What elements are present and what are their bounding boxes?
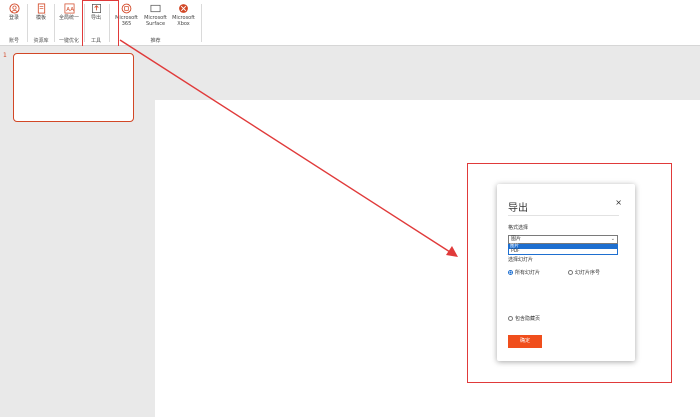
format-select[interactable]: 图片 ⌄ <box>508 235 618 244</box>
radio-all-slides[interactable]: 所有幻灯片 <box>508 270 540 276</box>
export-dialog: 导出 × 格式选择 图片 ⌄ 图片 PDF 选择幻灯片 所有幻灯片 幻灯片序号 … <box>497 184 635 361</box>
format-label: 格式选择 <box>508 225 529 231</box>
include-hidden-checkbox[interactable]: 包含隐藏页 <box>508 316 540 322</box>
chevron-down-icon: ⌄ <box>610 236 615 242</box>
radio-all-slides-label: 所有幻灯片 <box>515 270 541 276</box>
dialog-divider <box>508 215 619 216</box>
radio-selected-icon <box>508 270 513 275</box>
close-icon[interactable]: × <box>615 198 622 207</box>
format-option-pdf[interactable]: PDF <box>508 249 618 255</box>
include-hidden-label: 包含隐藏页 <box>515 316 541 322</box>
checkbox-icon <box>508 316 513 321</box>
radio-slide-number-label: 幻灯片序号 <box>575 270 601 276</box>
format-select-value: 图片 <box>511 236 522 242</box>
ok-button[interactable]: 确定 <box>508 335 542 348</box>
range-label: 选择幻灯片 <box>508 257 534 263</box>
dialog-title: 导出 <box>508 203 528 214</box>
radio-unselected-icon <box>568 270 573 275</box>
radio-slide-number[interactable]: 幻灯片序号 <box>568 270 600 276</box>
